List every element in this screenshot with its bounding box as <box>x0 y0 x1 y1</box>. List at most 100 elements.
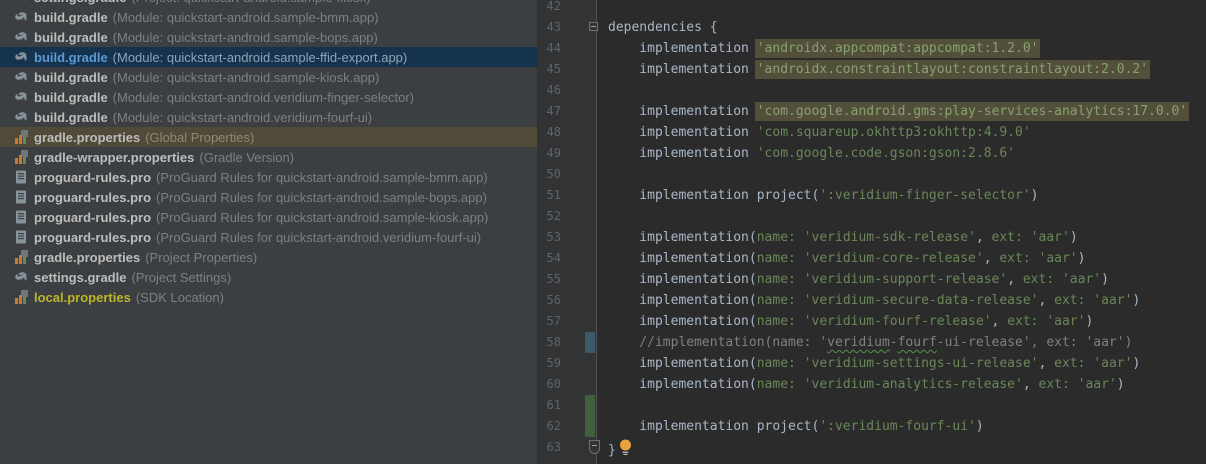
list-item[interactable]: gradle-wrapper.properties(Gradle Version… <box>0 147 537 167</box>
list-item[interactable]: proguard-rules.pro (ProGuard Rules for qu… <box>0 207 537 227</box>
code-seg <box>796 251 804 266</box>
fold-end-icon[interactable] <box>589 440 600 454</box>
list-item[interactable]: settings.gradle(Project Settings) <box>0 267 537 287</box>
added-change-marker <box>585 416 595 437</box>
code-seg: ext: <box>999 251 1030 266</box>
file-name: proguard-rules.pro <box>34 190 151 205</box>
list-item[interactable]: local.properties(SDK Location) <box>0 287 537 307</box>
code-seg: ) <box>1132 356 1140 371</box>
code-line[interactable]: 53 implementation(name: 'veridium-sdk-re… <box>538 227 1206 248</box>
code-line[interactable]: 50 <box>538 164 1206 185</box>
code-line[interactable]: 61 <box>538 395 1206 416</box>
line-number: 55 <box>545 269 561 290</box>
fold-start-icon[interactable] <box>589 22 598 31</box>
gutter-cell: 43 <box>538 17 597 38</box>
code-line[interactable]: 55 implementation(name: 'veridium-suppor… <box>538 269 1206 290</box>
list-item[interactable]: gradle.properties(Project Properties) <box>0 247 537 267</box>
code-line[interactable]: 49 implementation 'com.google.code.gson:… <box>538 143 1206 164</box>
code-seg: ) <box>1132 293 1140 308</box>
list-item[interactable]: build.gradle(Module: quickstart-android.… <box>0 27 537 47</box>
code-seg: ) <box>1078 251 1086 266</box>
textfile-icon <box>13 169 29 185</box>
code-line[interactable]: 43 dependencies { <box>538 17 1206 38</box>
file-detail: (Project Settings) <box>131 270 231 285</box>
list-item[interactable]: build.gradle(Module: quickstart-android.… <box>0 7 537 27</box>
file-detail: (ProGuard Rules for quickstart-android.s… <box>156 210 488 225</box>
file-detail: (Module: quickstart-android.veridium-fou… <box>113 110 372 125</box>
gutter-cell: 52 <box>538 206 597 227</box>
code-line[interactable]: 62 implementation project(':veridium-fou… <box>538 416 1206 437</box>
file-detail: (Module: quickstart-android.sample-ffid-… <box>113 50 408 65</box>
code-seg: } <box>608 443 616 458</box>
line-number: 54 <box>545 248 561 269</box>
code-seg: implementation( <box>608 251 757 266</box>
code-text <box>597 164 1206 185</box>
file-detail: (Global Properties) <box>145 130 254 145</box>
file-name: proguard-rules.pro <box>34 210 151 225</box>
list-item[interactable]: settings.gradle(Project: quickstart-andr… <box>0 0 537 7</box>
list-item[interactable]: build.gradle(Module: quickstart-android.… <box>0 47 537 67</box>
code-seg: ':veridium-fourf-ui' <box>819 419 976 434</box>
code-seg: 'aar' <box>1078 377 1117 392</box>
code-seg: implementation( <box>608 356 757 371</box>
line-number: 56 <box>545 290 561 311</box>
code-line[interactable]: 47 implementation 'com.google.android.gm… <box>538 101 1206 122</box>
list-item[interactable]: proguard-rules.pro(ProGuard Rules for qu… <box>0 227 537 247</box>
code-text: implementation 'androidx.appcompat:appco… <box>597 38 1206 59</box>
code-text: implementation project(':veridium-finger… <box>597 185 1206 206</box>
gradle-icon <box>13 29 29 45</box>
list-item[interactable]: build.gradle(Module: quickstart-android.… <box>0 67 537 87</box>
code-line[interactable]: 59 implementation(name: 'veridium-settin… <box>538 353 1206 374</box>
gutter-cell: 54 <box>538 248 597 269</box>
lightbulb-icon[interactable] <box>619 439 632 463</box>
code-line[interactable]: 46 <box>538 80 1206 101</box>
code-seg: ':veridium-finger-selector' <box>819 188 1030 203</box>
list-item[interactable]: gradle.properties(Global Properties) <box>0 127 537 147</box>
code-area: 4243 dependencies { 44 implementation 'and… <box>538 0 1206 458</box>
code-line[interactable]: 60 implementation(name: 'veridium-analyt… <box>538 374 1206 395</box>
file-name: proguard-rules.pro <box>34 230 151 245</box>
code-text: implementation(name: 'veridium-core-rele… <box>597 248 1206 269</box>
code-seg: ) <box>1085 314 1093 329</box>
list-item[interactable]: proguard-rules.pro(ProGuard Rules for qu… <box>0 167 537 187</box>
code-seg: dependencies { <box>608 20 718 35</box>
code-seg: name: <box>757 230 796 245</box>
code-text <box>597 206 1206 227</box>
code-seg <box>796 230 804 245</box>
textfile-icon <box>13 189 29 205</box>
code-seg: implementation( <box>608 293 757 308</box>
code-line[interactable]: 52 <box>538 206 1206 227</box>
code-seg: ) <box>976 419 984 434</box>
code-line[interactable]: 51 implementation project(':veridium-fin… <box>538 185 1206 206</box>
code-text: implementation(name: 'veridium-secure-da… <box>597 290 1206 311</box>
code-seg: 'aar' <box>1093 356 1132 371</box>
code-seg: 'aar' <box>1093 293 1132 308</box>
code-seg: ) <box>1031 188 1039 203</box>
code-seg: implementation <box>608 125 757 140</box>
code-seg: implementation project( <box>608 188 819 203</box>
code-line[interactable]: 56 implementation(name: 'veridium-secure… <box>538 290 1206 311</box>
list-item[interactable]: proguard-rules.pro(ProGuard Rules for qu… <box>0 187 537 207</box>
code-line[interactable]: 45 implementation 'androidx.constraintla… <box>538 59 1206 80</box>
list-item[interactable]: build.gradle(Module: quickstart-android.… <box>0 107 537 127</box>
gutter-cell: 47 <box>538 101 597 122</box>
code-line[interactable]: 57 implementation(name: 'veridium-fourf-… <box>538 311 1206 332</box>
code-text: dependencies { <box>597 17 1206 38</box>
file-detail: (Project Properties) <box>145 250 257 265</box>
code-line[interactable]: 54 implementation(name: 'veridium-core-r… <box>538 248 1206 269</box>
code-line[interactable]: 63} <box>538 437 1206 458</box>
code-line[interactable]: 48 implementation 'com.squareup.okhttp3:… <box>538 122 1206 143</box>
code-seg: name: <box>757 251 796 266</box>
code-seg <box>796 293 804 308</box>
gutter-cell: 46 <box>538 80 597 101</box>
file-detail: (SDK Location) <box>136 290 224 305</box>
code-line[interactable]: 44 implementation 'androidx.appcompat:ap… <box>538 38 1206 59</box>
code-seg <box>1070 377 1078 392</box>
line-number: 59 <box>545 353 561 374</box>
gutter-cell: 48 <box>538 122 597 143</box>
file-detail: (Module: quickstart-android.sample-kiosk… <box>113 70 380 85</box>
list-item[interactable]: build.gradle(Module: quickstart-android.… <box>0 87 537 107</box>
gradle-icon <box>13 9 29 25</box>
code-line[interactable]: 58 //implementation(name: 'veridium-four… <box>538 332 1206 353</box>
code-line[interactable]: 42 <box>538 0 1206 17</box>
